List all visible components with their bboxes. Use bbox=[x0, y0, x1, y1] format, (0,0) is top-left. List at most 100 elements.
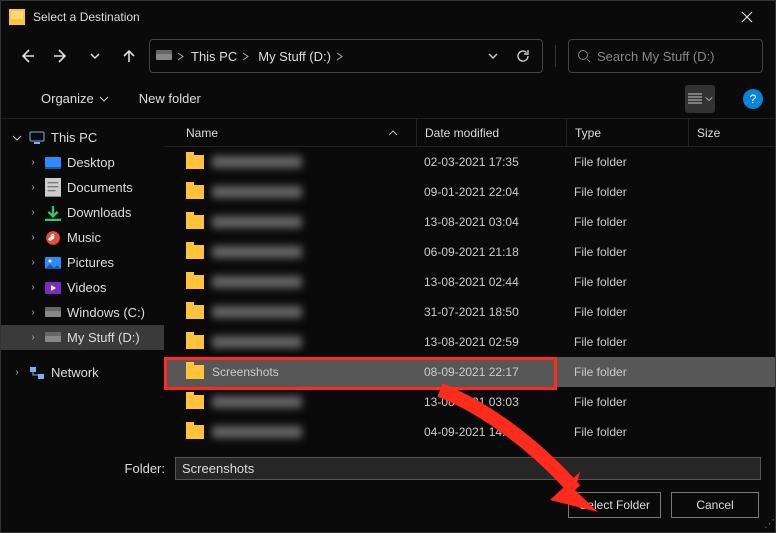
desktop-icon bbox=[45, 156, 61, 170]
breadcrumb-root[interactable]: This PC bbox=[189, 45, 252, 68]
col-type[interactable]: Type bbox=[566, 119, 688, 146]
sidebar: This PC ›Desktop ›Documents ›Downloads ›… bbox=[1, 119, 164, 447]
up-button[interactable] bbox=[115, 42, 143, 70]
cell-date: 13-08-2021 02:59 bbox=[416, 335, 566, 349]
view-button[interactable] bbox=[685, 85, 715, 113]
folder-icon bbox=[186, 215, 204, 229]
folder-icon bbox=[186, 335, 204, 349]
folder-icon bbox=[186, 275, 204, 289]
table-row[interactable]: 13-08-2021 03:04File folder bbox=[164, 207, 775, 237]
blurred-name bbox=[212, 396, 302, 408]
select-folder-button[interactable]: Select Folder bbox=[568, 492, 661, 518]
chevron-down-icon bbox=[11, 133, 23, 143]
table-row[interactable]: Screenshots08-09-2021 22:17File folder bbox=[164, 357, 775, 387]
toolbar: Organize New folder ? bbox=[1, 79, 775, 119]
address-dropdown[interactable] bbox=[480, 43, 506, 69]
dialog-window: Select a Destination This PC My Stuff (D… bbox=[0, 0, 776, 533]
videos-icon bbox=[45, 281, 61, 295]
table-row[interactable]: 06-09-2021 21:18File folder bbox=[164, 237, 775, 267]
sidebar-network[interactable]: ›Network bbox=[1, 360, 164, 385]
table-row[interactable]: 13-08-2021 02:44File folder bbox=[164, 267, 775, 297]
folder-icon bbox=[186, 185, 204, 199]
sort-asc-icon bbox=[388, 126, 398, 140]
chevron-right-icon: › bbox=[27, 307, 39, 318]
sidebar-item-mystuff-d[interactable]: ›My Stuff (D:) bbox=[1, 325, 164, 350]
close-button[interactable] bbox=[727, 3, 767, 31]
col-size[interactable]: Size bbox=[688, 119, 775, 146]
pictures-icon bbox=[45, 256, 61, 270]
button-row: Select Folder Cancel bbox=[15, 492, 761, 518]
refresh-button[interactable] bbox=[510, 43, 536, 69]
col-name[interactable]: Name bbox=[164, 119, 416, 146]
breadcrumb-drive[interactable]: My Stuff (D:) bbox=[256, 45, 346, 68]
cell-type: File folder bbox=[566, 185, 688, 199]
pc-icon bbox=[29, 131, 45, 145]
cell-type: File folder bbox=[566, 335, 688, 349]
chevron-right-icon: › bbox=[27, 232, 39, 243]
help-button[interactable]: ? bbox=[743, 89, 763, 109]
folder-icon bbox=[186, 425, 204, 439]
chevron-right-icon: › bbox=[27, 282, 39, 293]
table-row[interactable]: 13-08-2021 02:59File folder bbox=[164, 327, 775, 357]
cell-type: File folder bbox=[566, 275, 688, 289]
cell-date: 13-08-2021 02:44 bbox=[416, 275, 566, 289]
column-headers: Name Date modified Type Size bbox=[164, 119, 775, 147]
blurred-name bbox=[212, 186, 302, 198]
chevron-right-icon: › bbox=[27, 332, 39, 343]
table-row[interactable]: 04-09-2021 14:10File folder bbox=[164, 417, 775, 447]
sidebar-item-downloads[interactable]: ›Downloads bbox=[1, 200, 164, 225]
cell-date: 02-03-2021 17:35 bbox=[416, 155, 566, 169]
chevron-right-icon: › bbox=[27, 182, 39, 193]
chevron-right-icon: › bbox=[11, 367, 23, 378]
blurred-name bbox=[212, 336, 302, 348]
sidebar-item-videos[interactable]: ›Videos bbox=[1, 275, 164, 300]
chevron-down-icon bbox=[99, 94, 109, 104]
table-row[interactable]: 13-08-2021 03:03File folder bbox=[164, 387, 775, 417]
drive-icon bbox=[45, 306, 61, 320]
blurred-name bbox=[212, 276, 302, 288]
blurred-name bbox=[212, 306, 302, 318]
search-input[interactable]: Search My Stuff (D:) bbox=[568, 39, 763, 73]
cancel-button[interactable]: Cancel bbox=[671, 492, 759, 518]
sidebar-item-music[interactable]: ›Music bbox=[1, 225, 164, 250]
blurred-name bbox=[212, 216, 302, 228]
chevron-right-icon: › bbox=[27, 207, 39, 218]
cell-date: 13-08-2021 03:03 bbox=[416, 395, 566, 409]
cell-type: File folder bbox=[566, 245, 688, 259]
cell-date: 13-08-2021 03:04 bbox=[416, 215, 566, 229]
organize-button[interactable]: Organize bbox=[35, 87, 115, 110]
new-folder-button[interactable]: New folder bbox=[133, 87, 207, 110]
sidebar-this-pc[interactable]: This PC bbox=[1, 125, 164, 150]
content: This PC ›Desktop ›Documents ›Downloads ›… bbox=[1, 119, 775, 447]
sidebar-item-documents[interactable]: ›Documents bbox=[1, 175, 164, 200]
sidebar-item-desktop[interactable]: ›Desktop bbox=[1, 150, 164, 175]
search-placeholder: Search My Stuff (D:) bbox=[597, 49, 715, 64]
sidebar-item-windows-c[interactable]: ›Windows (C:) bbox=[1, 300, 164, 325]
table-row[interactable]: 02-03-2021 17:35File folder bbox=[164, 147, 775, 177]
address-bar[interactable]: This PC My Stuff (D:) bbox=[149, 39, 543, 73]
network-icon bbox=[29, 366, 45, 380]
folder-icon bbox=[9, 9, 25, 25]
resize-grip[interactable]: ⋰ bbox=[764, 517, 773, 530]
cell-type: File folder bbox=[566, 305, 688, 319]
table-row[interactable]: 31-07-2021 18:50File folder bbox=[164, 297, 775, 327]
cell-type: File folder bbox=[566, 425, 688, 439]
titlebar: Select a Destination bbox=[1, 1, 775, 33]
cell-type: File folder bbox=[566, 155, 688, 169]
cell-type: File folder bbox=[566, 365, 688, 379]
col-date[interactable]: Date modified bbox=[416, 119, 566, 146]
back-button[interactable] bbox=[13, 42, 41, 70]
music-icon bbox=[45, 231, 61, 245]
forward-button[interactable] bbox=[47, 42, 75, 70]
blurred-name bbox=[212, 246, 302, 258]
footer: Folder: Select Folder Cancel bbox=[1, 447, 775, 532]
blurred-name bbox=[212, 426, 302, 438]
chevron-right-icon: › bbox=[27, 157, 39, 168]
drive-icon bbox=[156, 49, 172, 63]
table-row[interactable]: 09-01-2021 22:04File folder bbox=[164, 177, 775, 207]
recent-dropdown[interactable] bbox=[81, 42, 109, 70]
folder-icon bbox=[186, 305, 204, 319]
sidebar-item-pictures[interactable]: ›Pictures bbox=[1, 250, 164, 275]
folder-input[interactable] bbox=[175, 457, 761, 480]
window-title: Select a Destination bbox=[33, 10, 727, 24]
